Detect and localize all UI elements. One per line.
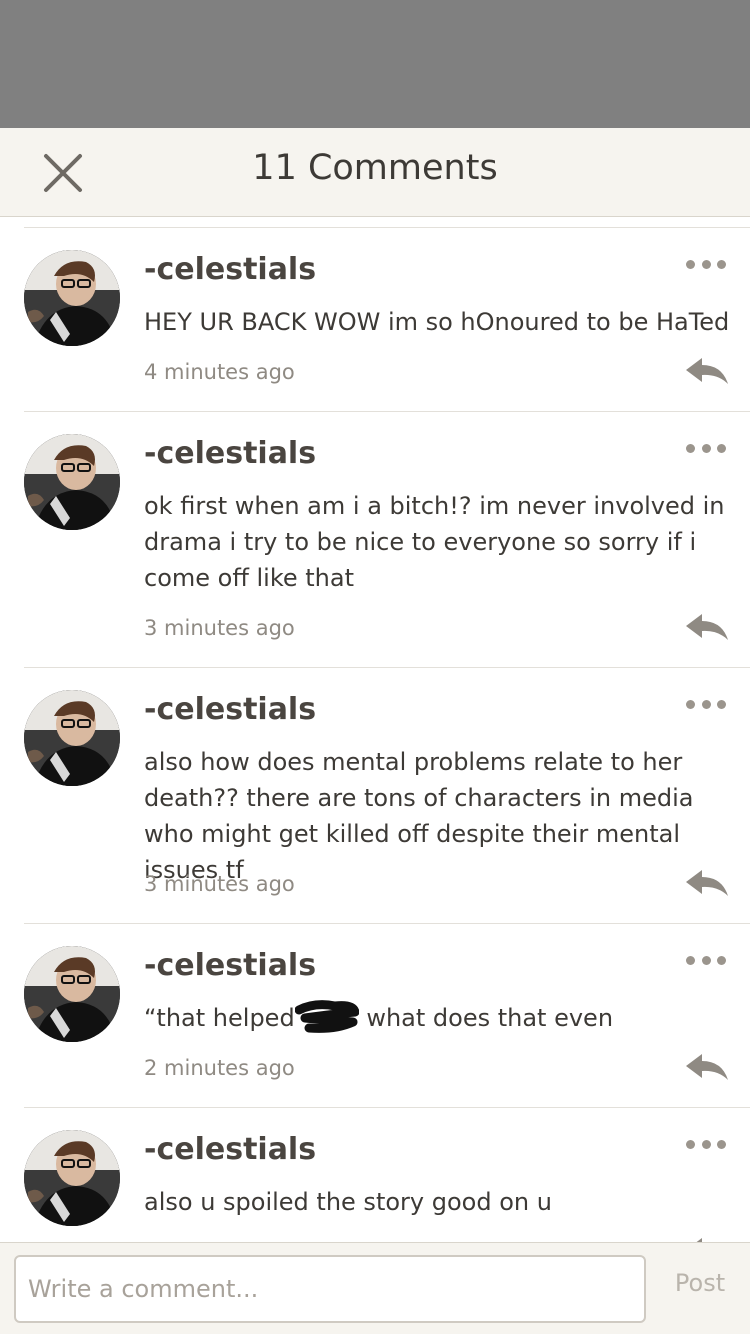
comment-timestamp: 2 minutes ago: [144, 1056, 295, 1080]
more-options-icon[interactable]: [686, 696, 726, 712]
comment-text-end: what does that even: [358, 1004, 614, 1032]
avatar[interactable]: [24, 434, 120, 530]
page-title: 11 Comments: [252, 148, 498, 188]
avatar[interactable]: [24, 1130, 120, 1226]
comment-username[interactable]: -celestials: [144, 252, 316, 287]
comment-timestamp: 3 minutes ago: [144, 872, 295, 896]
dimmed-backdrop[interactable]: [0, 0, 750, 128]
comment-timestamp: 3 minutes ago: [144, 616, 295, 640]
reply-icon[interactable]: [684, 868, 730, 898]
redaction-scribble: [294, 1000, 360, 1034]
more-options-icon[interactable]: [686, 256, 726, 272]
comment-username[interactable]: -celestials: [144, 436, 316, 471]
reply-icon[interactable]: [684, 1052, 730, 1082]
post-button[interactable]: Post: [660, 1269, 740, 1297]
comment-text-start: “that helped: [144, 1004, 295, 1032]
avatar[interactable]: [24, 946, 120, 1042]
comment-item: -celestials also u spoiled the story goo…: [24, 1108, 750, 1242]
comments-sheet: 11 Comments -celestials HEY UR BACK WOW …: [0, 128, 750, 1334]
comment-composer: Post: [0, 1242, 750, 1334]
comments-header: 11 Comments: [0, 128, 750, 217]
more-options-icon[interactable]: [686, 1136, 726, 1152]
more-options-icon[interactable]: [686, 440, 726, 456]
comment-timestamp: 4 minutes ago: [144, 360, 295, 384]
comment-item: -celestials also how does mental problem…: [24, 668, 750, 924]
comment-text: ok first when am i a bitch!? im never in…: [144, 492, 725, 592]
more-options-icon[interactable]: [686, 952, 726, 968]
comment-text: also u spoiled the story good on u: [144, 1188, 552, 1216]
comment-item: -celestials ok first when am i a bitch!?…: [24, 412, 750, 668]
comment-list[interactable]: -celestials HEY UR BACK WOW im so hOnour…: [0, 228, 750, 1242]
reply-icon[interactable]: [684, 612, 730, 642]
comment-text: HEY UR BACK WOW im so hOnoured to be HaT…: [144, 308, 730, 336]
comment-input[interactable]: [14, 1255, 646, 1323]
comment-text: “that helped what does that even: [144, 1000, 734, 1036]
avatar[interactable]: [24, 250, 120, 346]
comment-text: also how does mental problems relate to …: [144, 748, 694, 884]
comment-item: -celestials HEY UR BACK WOW im so hOnour…: [24, 228, 750, 412]
comment-username[interactable]: -celestials: [144, 948, 316, 983]
reply-icon[interactable]: [684, 356, 730, 386]
comment-username[interactable]: -celestials: [144, 1132, 316, 1167]
comment-item: -celestials “that helped what does that …: [24, 924, 750, 1108]
comment-username[interactable]: -celestials: [144, 692, 316, 727]
avatar[interactable]: [24, 690, 120, 786]
